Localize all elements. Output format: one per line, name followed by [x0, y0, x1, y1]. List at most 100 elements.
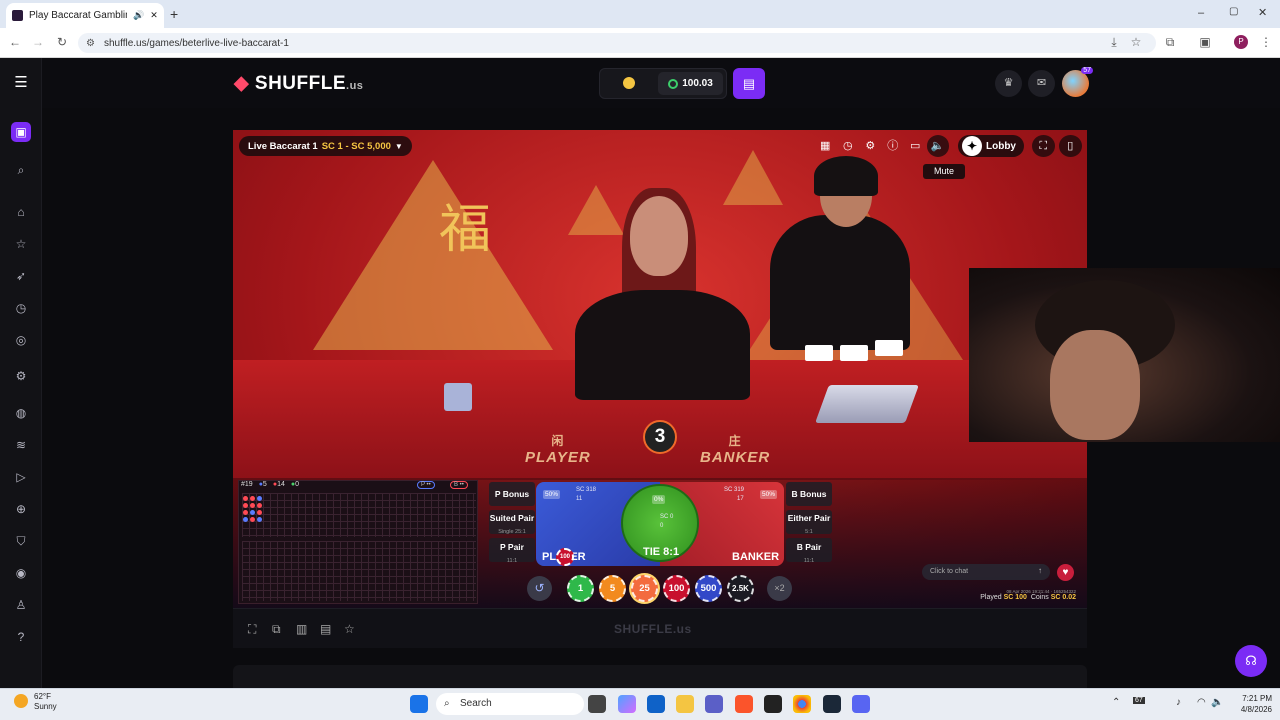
tab-audio-icon[interactable]: 🔊: [133, 10, 144, 21]
player-road-toggle[interactable]: P ••: [417, 481, 435, 489]
heart-icon[interactable]: ♥: [1057, 564, 1074, 581]
chat-input[interactable]: Click to chat: [922, 564, 1050, 580]
home-icon[interactable]: ⌂: [11, 202, 31, 222]
table-limits: SC 1 - SC 5,000: [321, 140, 391, 152]
weather-widget[interactable]: 62°F Sunny: [14, 692, 57, 712]
casino-icon[interactable]: ▣: [11, 122, 31, 142]
profile-avatar[interactable]: P: [1234, 35, 1248, 49]
settings-icon[interactable]: ⚙: [859, 135, 882, 157]
store-icon[interactable]: [647, 695, 665, 713]
steam-icon[interactable]: [823, 695, 841, 713]
task-view-icon[interactable]: [588, 695, 606, 713]
p-bonus-bet[interactable]: P Bonus: [489, 482, 535, 506]
taskbar-search[interactable]: ⌕ Search: [436, 693, 584, 715]
theater-icon[interactable]: ⛶: [248, 622, 256, 637]
forward-icon[interactable]: →: [30, 35, 46, 49]
brave-icon[interactable]: [735, 695, 753, 713]
lobby-button[interactable]: ✦ Lobby: [958, 135, 1024, 157]
help-icon[interactable]: ?: [11, 627, 31, 647]
wallet-button[interactable]: ▤: [733, 68, 765, 99]
file-explorer-icon[interactable]: [676, 695, 694, 713]
card-icon[interactable]: ▭: [904, 135, 927, 157]
reload-icon[interactable]: ↻: [54, 35, 70, 49]
browser-menu-icon[interactable]: ⋮: [1258, 35, 1274, 49]
popout-icon[interactable]: ⧉: [272, 622, 281, 637]
site-logo[interactable]: ◆ SHUFFLE.us: [234, 72, 363, 95]
shield-icon[interactable]: ⛉: [11, 531, 31, 551]
chart-icon[interactable]: ▤: [320, 622, 331, 636]
settings-icon[interactable]: ⚙: [11, 366, 31, 386]
chip-500[interactable]: 500: [695, 575, 722, 602]
site-info-icon[interactable]: ⚙: [86, 38, 95, 49]
b-bonus-bet[interactable]: B Bonus: [786, 482, 832, 506]
search-icon[interactable]: ⌕: [11, 160, 31, 180]
volume-icon[interactable]: 🔈: [926, 135, 949, 157]
suited-pair-bet[interactable]: Suited Pair Single 25:1: [489, 510, 535, 535]
teams-icon[interactable]: [705, 695, 723, 713]
chip-25[interactable]: 25: [631, 575, 658, 602]
menu-icon[interactable]: ☰: [11, 73, 31, 93]
chip-2500[interactable]: 2.5K: [727, 575, 754, 602]
tray-chevron-icon[interactable]: ⌃: [1112, 697, 1120, 708]
new-tab-button[interactable]: +: [170, 6, 178, 22]
back-icon[interactable]: ←: [7, 35, 23, 49]
mic-icon[interactable]: ♪: [1176, 697, 1181, 708]
support-headset-icon[interactable]: ☊: [1235, 645, 1267, 677]
maximize-button[interactable]: ▢: [1229, 6, 1238, 17]
extensions-icon[interactable]: ⧉: [1162, 35, 1178, 50]
user-avatar[interactable]: 57: [1062, 67, 1093, 97]
b-pair-bet[interactable]: B Pair 11:1: [786, 538, 832, 564]
banker-road-toggle[interactable]: B ••: [450, 481, 468, 489]
chip-1[interactable]: 1: [567, 575, 594, 602]
clock-icon[interactable]: ◷: [11, 298, 31, 318]
double-bet-button[interactable]: ×2: [767, 576, 792, 601]
road-dot: [243, 517, 248, 522]
gold-coin-icon[interactable]: [623, 77, 635, 89]
url-bar[interactable]: ⚙ shuffle.us/games/beterlive-live-baccar…: [78, 33, 1156, 53]
rewards-icon[interactable]: ♛: [995, 70, 1022, 97]
play-icon[interactable]: ▷: [11, 467, 31, 487]
browser-tab[interactable]: Play Baccarat Gambling Ga 🔊 ✕: [6, 3, 164, 28]
sidepanel-icon[interactable]: ▣: [1197, 35, 1213, 49]
chat-icon[interactable]: ✉: [1028, 70, 1055, 97]
globe-icon[interactable]: ◉: [11, 563, 31, 583]
stats-bars-icon[interactable]: ▥: [296, 622, 307, 636]
mute-tooltip: Mute: [923, 164, 965, 179]
gamepad-icon[interactable]: ◍: [11, 403, 31, 423]
bookmark-star-icon[interactable]: ☆: [1128, 35, 1144, 49]
table-selector[interactable]: Live Baccarat 1 SC 1 - SC 5,000 ▼: [239, 136, 412, 156]
rocket-icon[interactable]: ➶: [11, 266, 31, 286]
p-pair-bet[interactable]: P Pair 11:1: [489, 538, 535, 564]
fullscreen-icon[interactable]: ⛶: [1032, 135, 1055, 157]
favorite-star-icon[interactable]: ☆: [344, 622, 355, 636]
tray-badge[interactable]: 67: [1133, 697, 1145, 704]
copilot-icon[interactable]: [618, 695, 636, 713]
either-pair-bet[interactable]: Either Pair 5:1: [786, 510, 832, 535]
minimize-button[interactable]: –: [1198, 7, 1204, 19]
windows-start-icon[interactable]: [410, 695, 428, 713]
trophy-icon[interactable]: ⊕: [11, 499, 31, 519]
install-icon[interactable]: ⤓: [1106, 35, 1122, 50]
chip-100[interactable]: 100: [663, 575, 690, 602]
stack-icon[interactable]: ≋: [11, 435, 31, 455]
history-icon[interactable]: ◷: [837, 135, 860, 157]
sidebar-toggle-icon[interactable]: ▯: [1059, 135, 1082, 157]
chip-5[interactable]: 5: [599, 575, 626, 602]
balance-selector[interactable]: 100.03: [658, 72, 723, 95]
tab-close-icon[interactable]: ✕: [150, 10, 158, 21]
close-window-button[interactable]: ✕: [1258, 6, 1267, 19]
radar-icon[interactable]: ◎: [11, 330, 31, 350]
info-icon[interactable]: ⓘ: [882, 135, 905, 157]
app-icon[interactable]: [764, 695, 782, 713]
clock-time: 7:21 PM: [1242, 694, 1272, 703]
discord-icon[interactable]: [852, 695, 870, 713]
wifi-icon[interactable]: ◠: [1197, 697, 1206, 708]
undo-icon[interactable]: ↺: [527, 576, 552, 601]
clock[interactable]: 7:21 PM 4/8/2026: [1222, 693, 1272, 715]
person-icon[interactable]: ♙: [11, 595, 31, 615]
grid-icon[interactable]: ▦: [814, 135, 837, 157]
send-icon[interactable]: ↑: [1038, 566, 1042, 575]
star-icon[interactable]: ☆: [11, 234, 31, 254]
chrome-icon[interactable]: [793, 695, 811, 713]
b-pair-odds: 11:1: [803, 558, 815, 564]
